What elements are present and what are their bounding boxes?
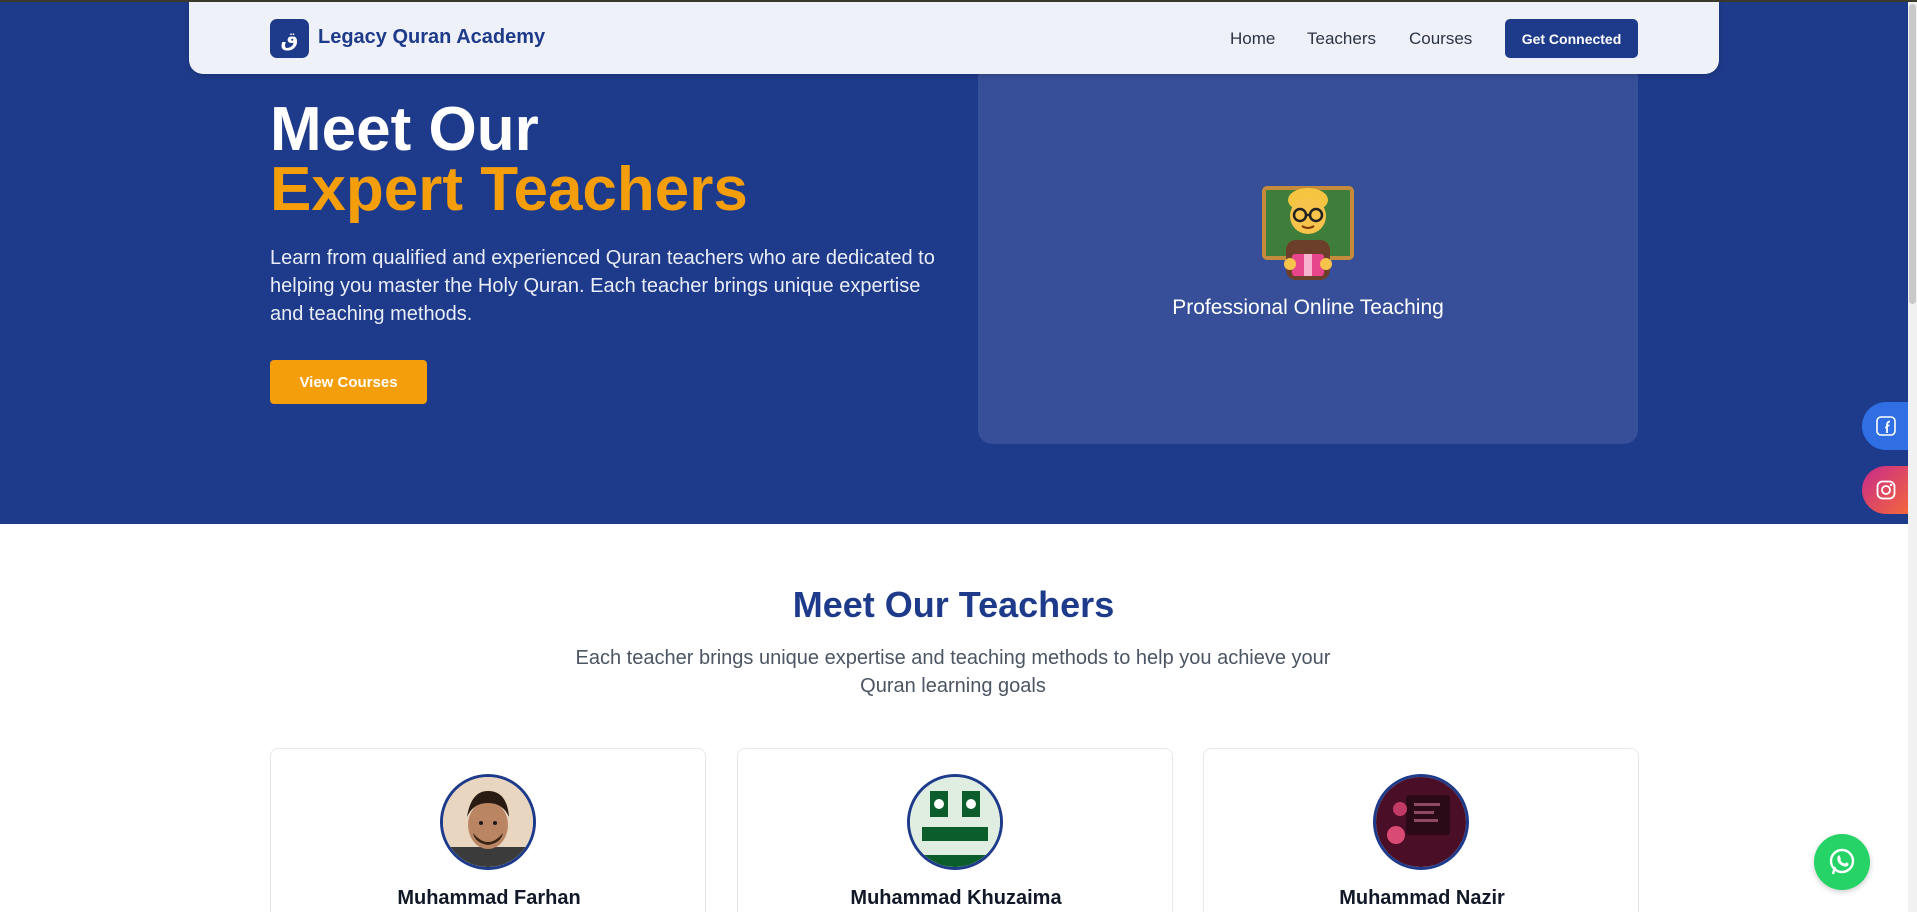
teacher-card[interactable]: Muhammad Khuzaima <box>737 748 1173 912</box>
teacher-name: Muhammad Farhan <box>397 887 581 909</box>
scrollbar-thumb[interactable] <box>1909 4 1916 304</box>
nav-link-teachers[interactable]: Teachers <box>1307 29 1376 49</box>
hero-section: Meet Our Expert Teachers Learn from qual… <box>0 0 1917 524</box>
teacher-emoji-icon <box>1262 186 1354 280</box>
teacher-name: Muhammad Khuzaima <box>850 887 1062 909</box>
hero-description: Learn from qualified and experienced Qur… <box>270 247 935 325</box>
nav-link-courses[interactable]: Courses <box>1409 29 1472 49</box>
avatar <box>1373 774 1469 870</box>
avatar <box>440 774 536 870</box>
teacher-card[interactable]: Muhammad Farhan <box>270 748 706 912</box>
get-connected-button[interactable]: Get Connected <box>1505 19 1638 58</box>
hero-title-line2: Expert Teachers <box>270 155 748 224</box>
whatsapp-icon <box>1829 848 1855 875</box>
view-courses-button[interactable]: View Courses <box>270 360 427 404</box>
instagram-button[interactable] <box>1862 466 1910 514</box>
teachers-section-title: Meet Our Teachers <box>792 584 1115 625</box>
navbar: ق Legacy Quran Academy Home Teachers Cou… <box>189 2 1719 74</box>
nav-link-home[interactable]: Home <box>1230 29 1275 49</box>
facebook-button[interactable] <box>1862 402 1910 450</box>
instagram-icon <box>1876 480 1896 500</box>
whatsapp-button[interactable] <box>1814 834 1870 890</box>
teacher-card[interactable]: Muhammad Nazir <box>1203 748 1639 912</box>
hero-card-label: Professional Online Teaching <box>1172 296 1444 319</box>
hero-card: Professional Online Teaching <box>978 60 1638 444</box>
logo-icon[interactable]: ق <box>270 19 309 58</box>
avatar <box>907 774 1003 870</box>
hero-title-line1: Meet Our <box>270 95 539 164</box>
facebook-icon <box>1876 416 1896 436</box>
top-border <box>0 0 1917 2</box>
teacher-name: Muhammad Nazir <box>1339 887 1505 909</box>
teachers-section-subtitle: Each teacher brings unique expertise and… <box>575 647 1331 697</box>
brand-name[interactable]: Legacy Quran Academy <box>318 26 545 49</box>
